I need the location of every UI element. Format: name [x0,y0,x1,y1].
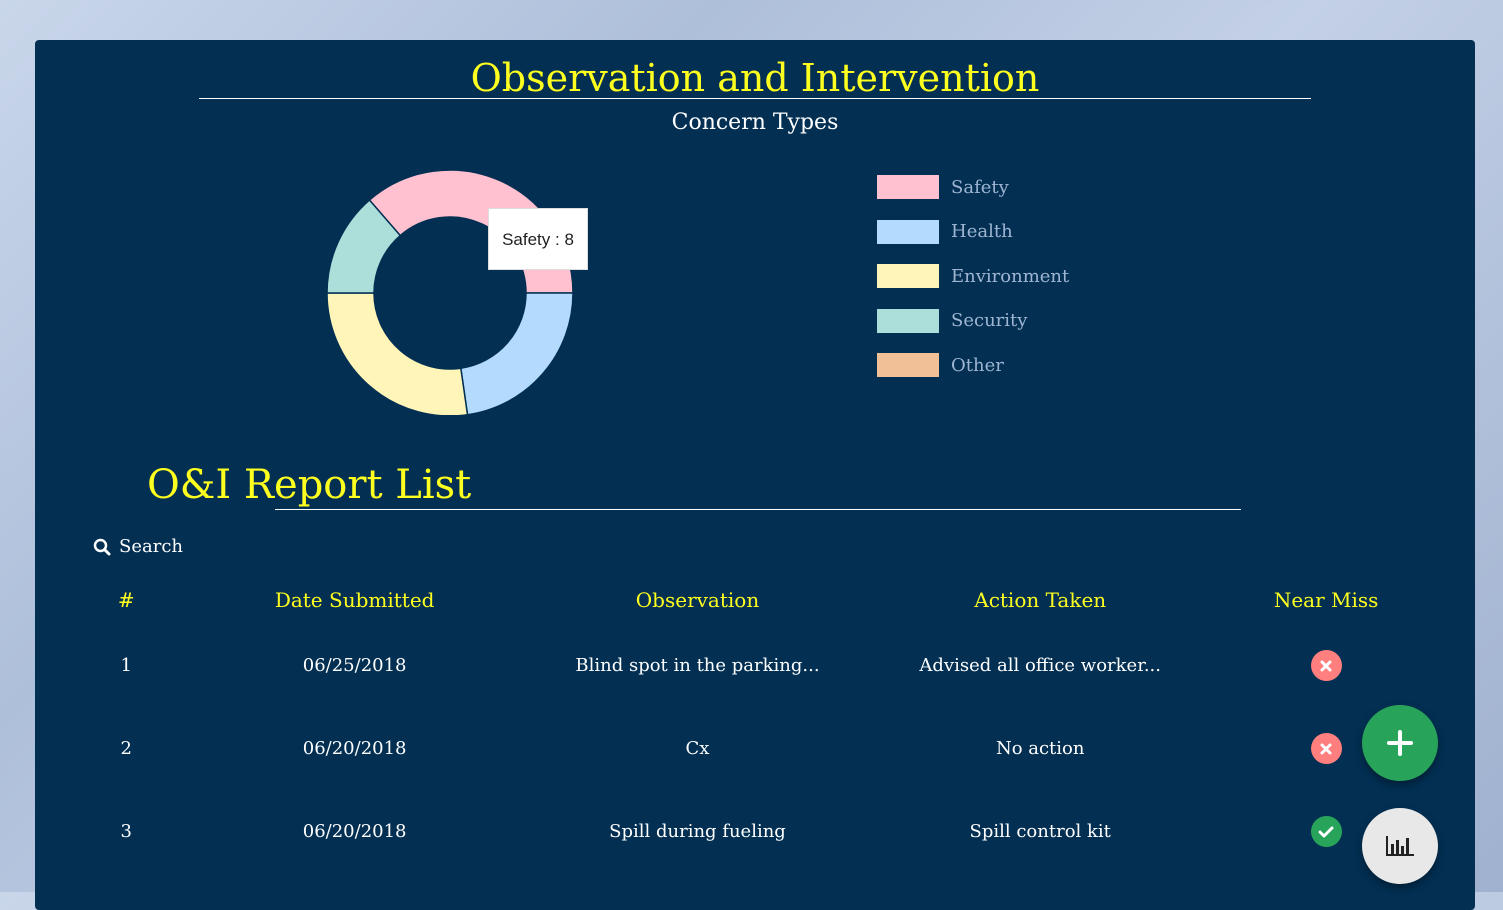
row-action: No action [995,738,1085,759]
row-date: 06/20/2018 [302,738,407,759]
legend-item-environment[interactable]: Environment [877,254,1069,299]
donut-slice-environment[interactable] [326,292,469,415]
legend-swatch [877,264,939,289]
chart-title: Concern Types [671,110,839,135]
table-row[interactable]: 2 06/20/2018 Cx No action [35,707,1475,790]
row-number: 1 [120,655,132,676]
column-header-number[interactable]: # [35,576,217,624]
search-icon [93,538,111,555]
chart-tooltip: Safety : 8 [488,208,588,270]
legend-item-other[interactable]: Other [877,343,1069,388]
row-date: 06/25/2018 [302,655,407,676]
near-miss-no-icon [1310,733,1342,764]
legend-label: Security [951,310,1028,332]
concern-types-donut-chart[interactable] [320,155,580,415]
row-number: 3 [120,821,132,842]
column-header-date-submitted[interactable]: Date Submitted [217,576,491,624]
search-label: Search [119,536,183,557]
row-observation: Spill during fueling [609,821,786,842]
search-button[interactable]: Search [93,536,183,557]
title-divider [199,98,1311,99]
column-header-action-taken[interactable]: Action Taken [903,576,1177,624]
table-row[interactable]: 1 06/25/2018 Blind spot in the parking..… [35,624,1475,707]
report-list-title: O&I Report List [147,462,472,508]
near-miss-yes-icon [1310,816,1342,847]
legend-item-safety[interactable]: Safety [877,165,1069,210]
column-header-near-miss[interactable]: Near Miss [1177,576,1475,624]
column-header-observation[interactable]: Observation [492,576,903,624]
legend-swatch [877,219,939,244]
legend-swatch [877,175,939,200]
row-action: Advised all office worker... [919,655,1161,676]
legend-swatch [877,353,939,378]
row-action: Spill control kit [969,821,1111,842]
legend-label: Safety [951,176,1009,198]
row-number: 2 [120,738,132,759]
near-miss-no-icon [1310,650,1342,681]
table-header-row: # Date Submitted Observation Action Take… [35,576,1475,624]
bar-chart-icon [1386,836,1414,856]
main-panel: Observation and Intervention Concern Typ… [35,40,1475,910]
legend-label: Other [951,354,1004,376]
row-near-miss [1177,624,1475,707]
view-statistics-button[interactable] [1362,808,1438,884]
table-row[interactable]: 3 06/20/2018 Spill during fueling Spill … [35,790,1475,873]
page-title: Observation and Intervention [470,56,1040,100]
row-date: 06/20/2018 [302,821,407,842]
report-table: # Date Submitted Observation Action Take… [35,576,1475,873]
row-observation: Cx [685,738,710,759]
donut-slice-health[interactable] [459,292,574,415]
report-list-divider [275,509,1241,510]
add-report-button[interactable] [1362,705,1438,781]
legend-swatch [877,308,939,333]
plus-icon [1387,730,1413,756]
legend-label: Environment [951,265,1070,287]
legend-item-security[interactable]: Security [877,299,1069,344]
legend-item-health[interactable]: Health [877,210,1069,255]
legend-label: Health [951,221,1013,243]
row-observation: Blind spot in the parking... [575,655,820,676]
chart-legend: Safety Health Environment Security Other [877,165,1069,388]
